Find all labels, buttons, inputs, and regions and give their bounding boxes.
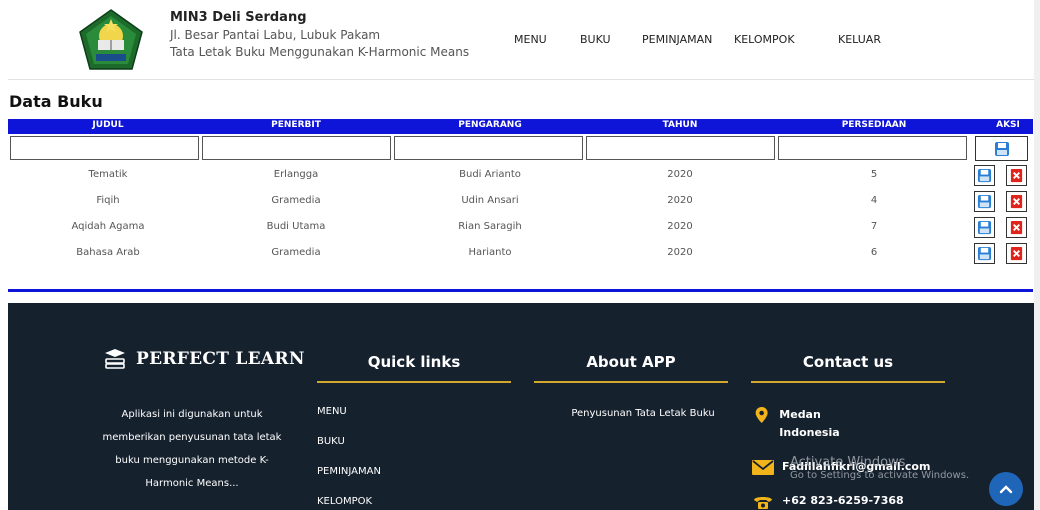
cell-penerbit: Gramedia [271,195,321,206]
col-tahun: TAHUN [662,120,698,130]
cell-tahun: 2020 [667,221,693,232]
col-aksi: AKSI [996,120,1020,130]
windows-activation-watermark: Activate Windows Go to Settings to activ… [790,455,990,481]
col-persediaan: PERSEDIAAN [841,120,907,130]
floppy-save-icon [977,220,992,235]
filter-row [8,134,1033,163]
filter-penerbit-input[interactable] [202,136,391,160]
quick-links-rule [317,381,511,383]
cell-tahun: 2020 [667,247,693,258]
cell-judul: Aqidah Agama [71,221,145,232]
quick-link-menu[interactable]: MENU [317,406,381,436]
edit-save-button[interactable] [974,165,995,186]
quick-link-peminjaman[interactable]: PEMINJAMAN [317,466,381,496]
nav-keluar[interactable]: KELUAR [838,33,881,46]
nav-kelompok[interactable]: KELOMPOK [734,33,795,46]
school-name: MIN3 Deli Serdang [170,10,307,25]
activate-windows-subtext: Go to Settings to activate Windows. [790,470,970,481]
activate-windows-text: Activate Windows [790,455,906,470]
page-scrollbar[interactable] [1034,0,1040,510]
col-penerbit: PENERBIT [271,120,321,130]
page-title: Data Buku [9,92,103,111]
cell-pengarang: Rian Saragih [458,221,522,232]
delete-x-icon [1010,246,1023,261]
cell-persediaan: 6 [870,247,878,258]
contact-location-text: Medan Indonesia [779,408,840,439]
about-title: About APP [586,353,676,371]
about-rule [534,381,728,383]
contact-phone[interactable]: +62 823-6259-7368 [752,494,904,510]
delete-x-icon [1010,220,1023,235]
delete-button[interactable] [1006,217,1027,238]
nav-buku[interactable]: BUKU [580,33,611,46]
filter-persediaan-input[interactable] [778,136,967,160]
site-header: MIN3 Deli Serdang Jl. Besar Pantai Labu,… [8,0,1034,80]
quick-link-buku[interactable]: BUKU [317,436,381,466]
col-judul: JUDUL [92,120,124,130]
filter-tahun-input[interactable] [586,136,775,160]
table-row: Fiqih Gramedia Udin Ansari 2020 4 [8,189,1033,215]
footer-description: Aplikasi ini digunakan untuk memberikan … [102,409,282,489]
edit-save-button[interactable] [974,217,995,238]
cell-penerbit: Budi Utama [266,221,326,232]
filter-judul-input[interactable] [10,136,199,160]
cell-persediaan: 7 [870,221,878,232]
cell-penerbit: Erlangga [273,169,319,180]
about-text: Penyusunan Tata Letak Buku [571,408,715,419]
delete-x-icon [1010,194,1023,209]
nav-menu[interactable]: MENU [514,33,547,46]
floppy-save-icon [977,168,992,183]
floppy-save-icon [994,141,1009,156]
footer-brand: PERFECT LEARN [103,347,305,371]
table-header: JUDUL PENERBIT PENGARANG TAHUN PERSEDIAA… [8,119,1033,134]
edit-save-button[interactable] [974,243,995,264]
contact-title: Contact us [802,353,894,371]
content-divider [8,289,1033,292]
cell-persediaan: 5 [870,169,878,180]
cell-pengarang: Budi Arianto [459,169,521,180]
cell-tahun: 2020 [667,195,693,206]
contact-phone-text: +62 823-6259-7368 [782,494,904,507]
table-row: Tematik Erlangga Budi Arianto 2020 5 [8,163,1033,189]
quick-links-title: Quick links [367,353,461,371]
cell-tahun: 2020 [667,169,693,180]
book-stack-icon [105,349,125,369]
cell-judul: Tematik [88,169,128,180]
table-row: Aqidah Agama Budi Utama Rian Saragih 202… [8,215,1033,241]
delete-x-icon [1010,168,1023,183]
book-table: JUDUL PENERBIT PENGARANG TAHUN PERSEDIAA… [8,119,1033,267]
mail-icon [752,460,774,475]
cell-pengarang: Udin Ansari [461,195,519,206]
location-pin-icon [755,407,768,423]
top-nav: MENU BUKU PEMINJAMAN KELOMPOK KELUAR [8,33,1034,49]
contact-rule [751,381,945,383]
contact-location: Medan Indonesia [752,406,872,442]
col-pengarang: PENGARANG [458,120,522,130]
cell-pengarang: Harianto [468,247,512,258]
filter-pengarang-input[interactable] [394,136,583,160]
chevron-up-icon [999,485,1013,494]
cell-persediaan: 4 [870,195,878,206]
quick-link-kelompok[interactable]: KELOMPOK [317,496,381,510]
brand-name: PERFECT LEARN [136,349,305,369]
floppy-save-icon [977,194,992,209]
table-row: Bahasa Arab Gramedia Harianto 2020 6 [8,241,1033,267]
cell-judul: Bahasa Arab [76,247,140,258]
delete-button[interactable] [1006,191,1027,212]
quick-links: MENU BUKU PEMINJAMAN KELOMPOK [317,406,381,510]
add-save-button[interactable] [975,136,1028,161]
delete-button[interactable] [1006,243,1027,264]
delete-button[interactable] [1006,165,1027,186]
floppy-save-icon [977,246,992,261]
cell-penerbit: Gramedia [271,247,321,258]
scroll-to-top-button[interactable] [989,472,1023,506]
cell-judul: Fiqih [96,195,120,206]
nav-peminjaman[interactable]: PEMINJAMAN [642,33,712,46]
edit-save-button[interactable] [974,191,995,212]
phone-icon [754,497,772,509]
